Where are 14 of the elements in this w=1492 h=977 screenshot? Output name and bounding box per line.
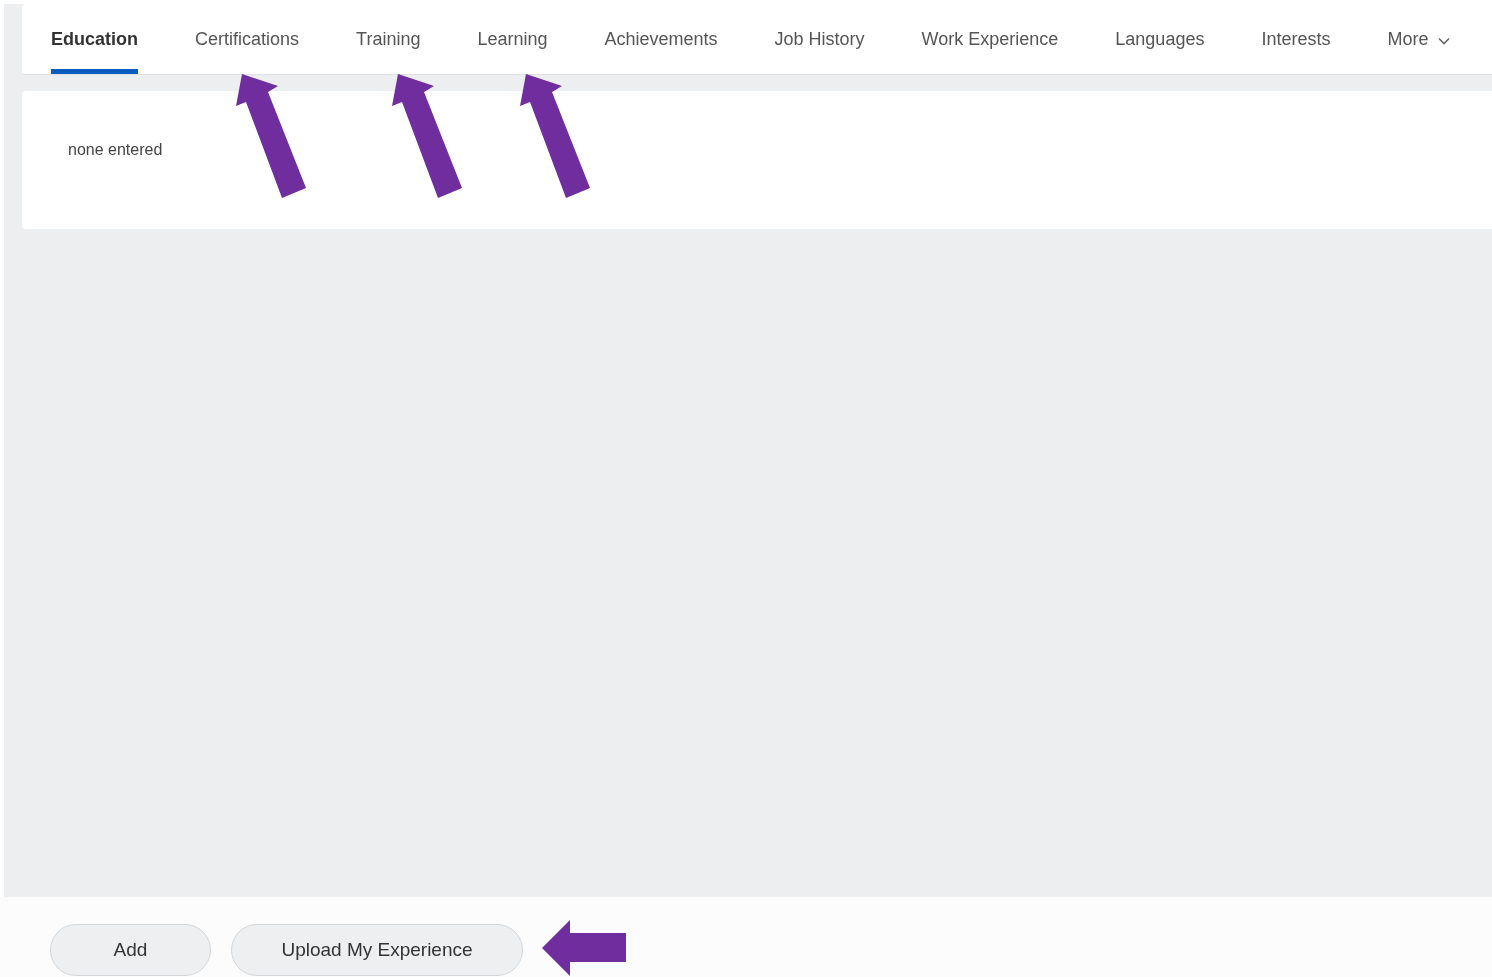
tab[interactable]: Certifications bbox=[195, 4, 300, 74]
action-button[interactable]: Add bbox=[50, 924, 211, 976]
empty-message: none entered bbox=[68, 140, 163, 159]
tab[interactable]: Job History bbox=[774, 4, 865, 74]
chevron-down-icon bbox=[1438, 37, 1451, 45]
tab[interactable]: Education bbox=[51, 4, 138, 74]
tab[interactable]: Work Experience bbox=[921, 4, 1059, 74]
tab[interactable]: Interests bbox=[1261, 4, 1331, 74]
tab[interactable]: Training bbox=[356, 4, 421, 74]
tab[interactable]: More bbox=[1387, 4, 1451, 74]
tab[interactable]: Achievements bbox=[604, 4, 718, 74]
tab[interactable]: Languages bbox=[1115, 4, 1205, 74]
action-button[interactable]: Upload My Experience bbox=[231, 924, 523, 976]
tab[interactable]: Learning bbox=[477, 4, 548, 74]
